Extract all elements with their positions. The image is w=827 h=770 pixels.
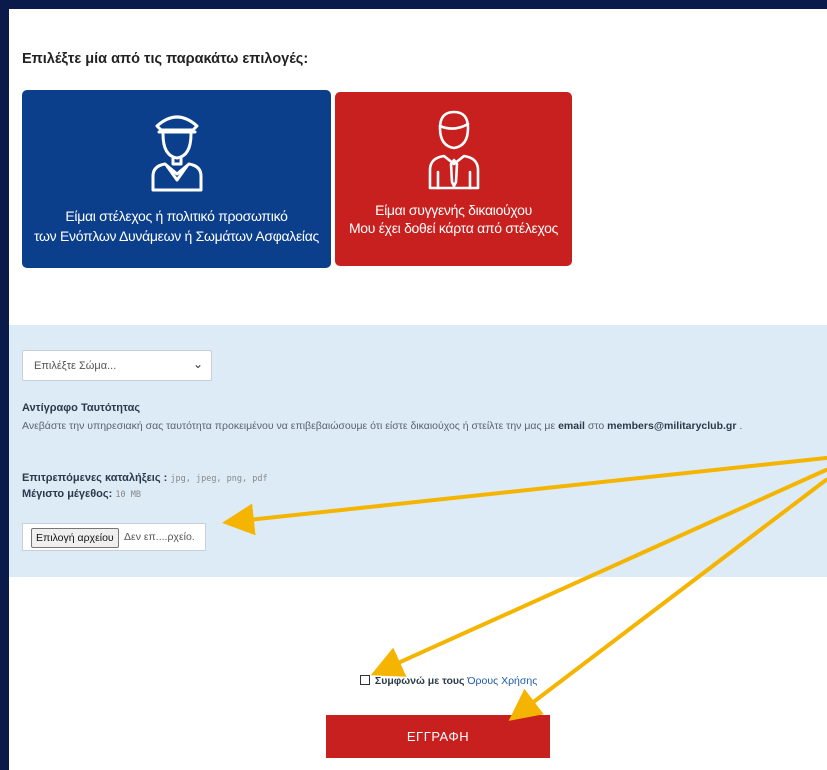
annotation-arrows bbox=[222, 456, 827, 721]
arrow-to-register-button bbox=[508, 478, 827, 721]
